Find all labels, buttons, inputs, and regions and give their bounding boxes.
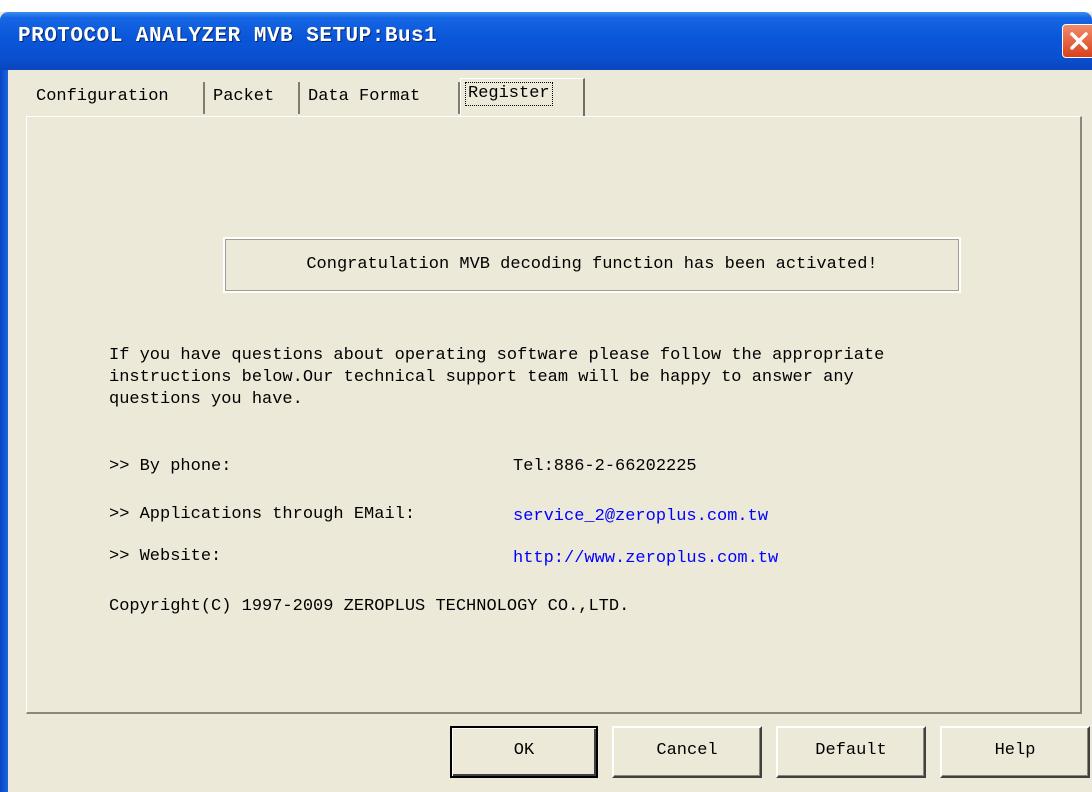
tab-label: Configuration [36, 87, 169, 106]
info-line: questions you have. [109, 390, 303, 409]
support-info-text: If you have questions about operating so… [109, 345, 1069, 411]
website-link[interactable]: http://www.zeroplus.com.tw [513, 549, 778, 568]
title-bar[interactable]: PROTOCOL ANALYZER MVB SETUP:Bus1 [0, 12, 1092, 70]
phone-value: Tel:886-2-66202225 [513, 457, 697, 476]
activation-message-box: Congratulation MVB decoding function has… [223, 237, 961, 293]
activation-message: Congratulation MVB decoding function has… [306, 255, 878, 274]
setup-dialog: PROTOCOL ANALYZER MVB SETUP:Bus1 Configu… [0, 12, 1092, 792]
tab-configuration[interactable]: Configuration [30, 82, 205, 114]
ok-button[interactable]: OK [450, 726, 598, 778]
tab-packet[interactable]: Packet [207, 82, 300, 114]
copyright-text: Copyright(C) 1997-2009 ZEROPLUS TECHNOLO… [109, 597, 630, 616]
website-label: >> Website: [109, 547, 222, 566]
register-tab-panel: Congratulation MVB decoding function has… [26, 116, 1082, 714]
help-button[interactable]: Help [940, 726, 1090, 778]
tab-label: Register [465, 82, 553, 106]
info-line: If you have questions about operating so… [109, 346, 885, 365]
window-title: PROTOCOL ANALYZER MVB SETUP:Bus1 [18, 25, 438, 48]
screenshot-stage: PROTOCOL ANALYZER MVB SETUP:Bus1 Configu… [0, 0, 1092, 792]
cancel-button[interactable]: Cancel [612, 726, 762, 778]
phone-label: >> By phone: [109, 457, 232, 476]
default-button[interactable]: Default [776, 726, 926, 778]
window-frame-left [0, 70, 8, 792]
close-x-icon [1070, 32, 1088, 50]
tab-label: Packet [213, 87, 275, 106]
info-line: instructions below.Our technical support… [109, 368, 854, 387]
tab-data-format[interactable]: Data Format [302, 82, 460, 114]
close-button[interactable] [1062, 24, 1092, 58]
tab-label: Data Format [308, 87, 421, 106]
email-label: >> Applications through EMail: [109, 505, 416, 524]
tab-register[interactable]: Register [460, 78, 585, 116]
email-link[interactable]: service_2@zeroplus.com.tw [513, 507, 768, 526]
